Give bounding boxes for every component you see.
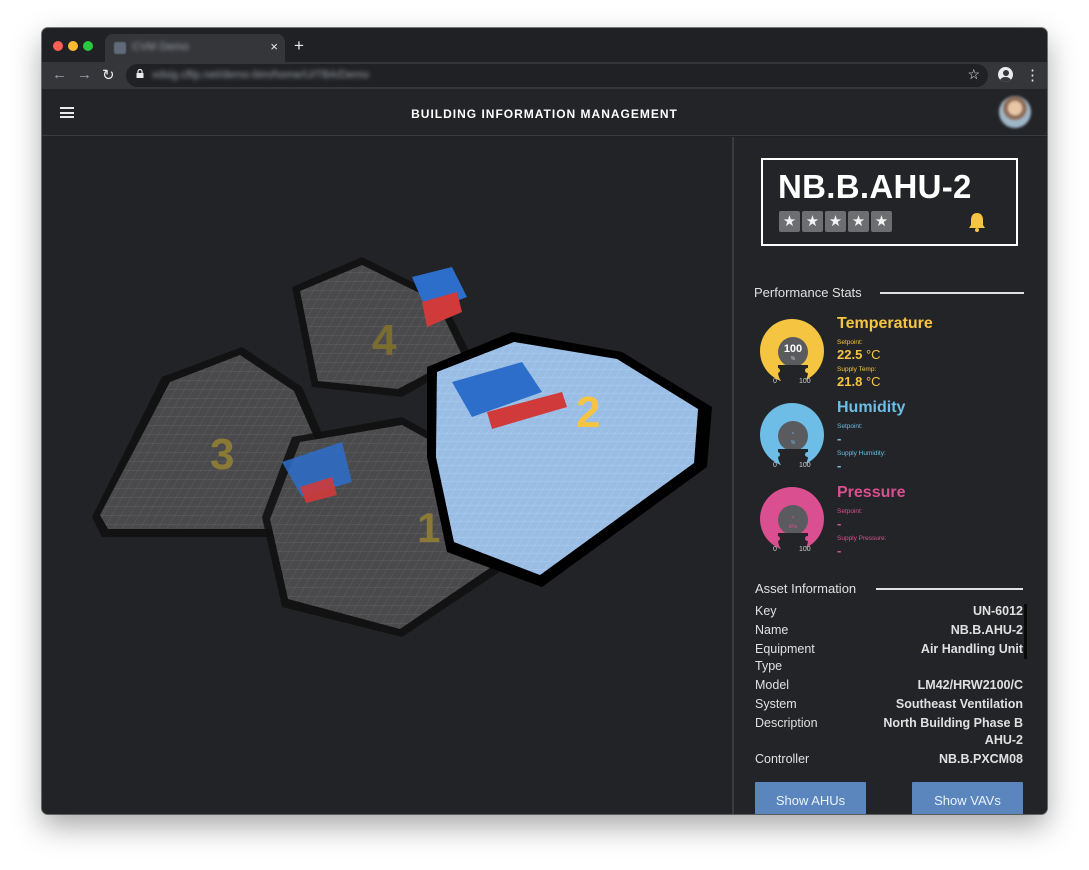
star-icon[interactable]: ★ (871, 211, 892, 232)
info-row-key: Key UN-6012 (755, 604, 1023, 618)
temperature-supply-value: 21.8 °C (837, 374, 881, 389)
temperature-title: Temperature (837, 315, 933, 332)
gauge-min: 0 (773, 378, 777, 385)
gauge-min: 0 (773, 462, 777, 469)
reload-icon[interactable]: ↻ (102, 66, 115, 84)
user-avatar[interactable] (999, 96, 1031, 128)
building-4-label: 4 (372, 316, 397, 365)
minimize-window-button[interactable] (68, 41, 78, 51)
maximize-window-button[interactable] (83, 41, 93, 51)
humidity-title: Humidity (837, 399, 906, 416)
star-icon[interactable]: ★ (802, 211, 823, 232)
address-bar[interactable]: xdsig.cflip.net/demo-bim/home/UITBA/Demo… (126, 64, 988, 87)
info-row-controller: Controller NB.B.PXCM08 (755, 752, 1023, 766)
temperature-gauge-unit: % (790, 356, 796, 362)
asset-detail-panel: NB.B.AHU-2 ★ ★ ★ ★ ★ Performance Stats 1… (734, 137, 1047, 814)
asset-name: NB.B.AHU-2 (778, 168, 972, 205)
app-header: BUILDING INFORMATION MANAGEMENT (42, 89, 1047, 136)
info-row-description: Description North Building Phase B AHU-2 (755, 716, 1023, 747)
close-window-button[interactable] (53, 41, 63, 51)
info-row-name: Name NB.B.AHU-2 (755, 623, 1023, 637)
section-divider (880, 292, 1024, 294)
asset-information-title: Asset Information (755, 581, 857, 596)
info-row-model: Model LM42/HRW2100/C (755, 678, 1023, 692)
pressure-supply-value: - (837, 543, 842, 558)
browser-menu-icon[interactable]: ⋮ (1025, 66, 1040, 84)
rating-stars[interactable]: ★ ★ ★ ★ ★ (779, 211, 892, 232)
bookmark-star-icon[interactable]: ☆ (967, 66, 980, 83)
pressure-gauge: - kPa 0 100 (760, 487, 826, 555)
pressure-setpoint-label: Setpoint: (837, 508, 863, 515)
pressure-gauge-unit: kPa (788, 524, 798, 530)
gauge-max: 100 (799, 378, 811, 385)
tab-strip: CVM Demo × + (42, 28, 1047, 62)
pressure-setpoint-value: - (837, 516, 842, 531)
star-icon[interactable]: ★ (848, 211, 869, 232)
pressure-gauge-value: - (791, 514, 795, 521)
temperature-gauge: 100 % 0 100 (760, 319, 826, 387)
temperature-gauge-value: 100 (783, 343, 803, 355)
humidity-setpoint-label: Setpoint: (837, 423, 863, 430)
star-icon[interactable]: ★ (779, 211, 800, 232)
building-map-3d[interactable]: 1 2 3 4 (42, 137, 732, 814)
show-ahus-button[interactable]: Show AHUs (755, 782, 866, 814)
humidity-setpoint-value: - (837, 431, 842, 446)
bell-icon[interactable] (966, 211, 988, 233)
gauge-max: 100 (799, 462, 811, 469)
url-text: xdsig.cflip.net/demo-bim/home/UITBA/Demo (152, 69, 370, 81)
building-1-label: 1 (417, 504, 440, 551)
forward-icon[interactable]: → (77, 66, 92, 83)
browser-tab[interactable]: CVM Demo × (105, 34, 285, 62)
star-icon[interactable]: ★ (825, 211, 846, 232)
asset-header-card: NB.B.AHU-2 ★ ★ ★ ★ ★ (761, 158, 1018, 246)
browser-window: CVM Demo × + ← → ↻ xdsig.cflip.net/demo-… (42, 28, 1047, 814)
temperature-setpoint-label: Setpoint: (837, 339, 863, 346)
humidity-supply-value: - (837, 458, 842, 473)
lock-icon (136, 69, 144, 78)
app-title: BUILDING INFORMATION MANAGEMENT (411, 107, 678, 121)
tab-title: CVM Demo (132, 41, 189, 53)
temperature-supply-label: Supply Temp: (837, 366, 877, 373)
building-floorplan-illustration: 1 2 3 4 (92, 257, 712, 637)
show-vavs-button[interactable]: Show VAVs (912, 782, 1023, 814)
pressure-supply-label: Supply Pressure: (837, 535, 887, 542)
section-divider (876, 588, 1023, 590)
gauge-min: 0 (773, 546, 777, 553)
humidity-gauge-unit: % (790, 440, 796, 446)
tab-close-icon[interactable]: × (270, 39, 278, 54)
gauge-max: 100 (799, 546, 811, 553)
temperature-setpoint-value: 22.5 °C (837, 347, 881, 362)
profile-icon[interactable] (998, 67, 1013, 82)
back-icon[interactable]: ← (52, 66, 67, 83)
info-row-equipment-type: Equipment Type Air Handling Unit (755, 642, 1023, 673)
favicon-icon (114, 42, 126, 54)
asset-info-scrollbar[interactable] (1024, 604, 1027, 659)
humidity-supply-label: Supply Humidity: (837, 450, 886, 457)
building-3-label: 3 (210, 430, 234, 479)
performance-stats-title: Performance Stats (754, 285, 862, 300)
building-2[interactable] (427, 332, 712, 587)
building-2-label: 2 (576, 388, 600, 437)
humidity-gauge-value: - (791, 430, 795, 437)
asset-info-table: Key UN-6012 Name NB.B.AHU-2 Equipment Type… (755, 603, 1023, 770)
humidity-gauge: - % 0 100 (760, 403, 826, 471)
new-tab-button[interactable]: + (294, 36, 304, 56)
pressure-title: Pressure (837, 484, 906, 501)
browser-toolbar: ← → ↻ xdsig.cflip.net/demo-bim/home/UITB… (42, 62, 1047, 89)
info-row-system: System Southeast Ventilation (755, 697, 1023, 711)
